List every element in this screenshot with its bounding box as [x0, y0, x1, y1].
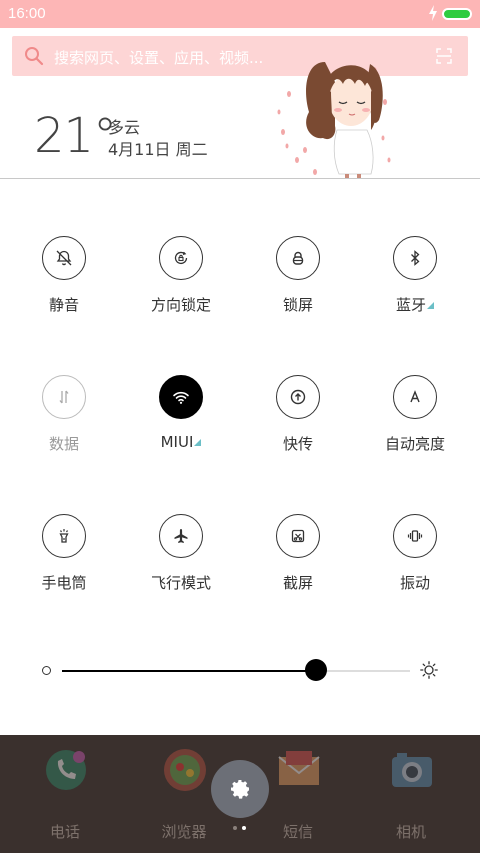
- brightness-slider[interactable]: [62, 659, 410, 681]
- auto-brightness-icon: [410, 390, 420, 403]
- toggle-button[interactable]: [276, 236, 320, 280]
- toggle-label-text: 自动亮度: [384, 435, 445, 453]
- toggle-button[interactable]: [393, 514, 437, 558]
- toggle-label-text: MIUI: [160, 433, 194, 451]
- toggle-wifi[interactable]: MIUI: [126, 375, 236, 475]
- toggle-button[interactable]: [393, 236, 437, 280]
- toggle-screenshot[interactable]: 截屏: [243, 514, 353, 614]
- dock-app-phone[interactable]: 电话: [10, 747, 120, 841]
- camera-icon: [392, 753, 432, 787]
- browser-icon: [164, 749, 206, 791]
- rotation-lock-icon: [174, 251, 188, 265]
- brightness-slider-fill: [62, 670, 316, 672]
- weather-temperature[interactable]: 21°: [34, 108, 117, 164]
- toggle-button[interactable]: [42, 375, 86, 419]
- status-bar: 16:00: [0, 0, 480, 28]
- toggle-button[interactable]: [393, 375, 437, 419]
- toggle-label-text: 锁屏: [282, 296, 313, 314]
- toggle-label: 数据: [9, 433, 119, 454]
- brightness-slider-thumb[interactable]: [305, 659, 327, 681]
- weather-date: 4月11日 周二: [108, 140, 208, 159]
- toggle-bluetooth[interactable]: 蓝牙: [360, 236, 470, 336]
- airplane-icon: [174, 529, 188, 543]
- toggle-label: MIUI: [126, 433, 236, 451]
- flashlight-icon: [59, 529, 69, 543]
- messages-icon: [278, 751, 320, 785]
- battery-icon: [442, 8, 472, 20]
- toggle-button[interactable]: [276, 375, 320, 419]
- toggle-label-text: 振动: [399, 574, 430, 592]
- toggle-vibrate[interactable]: 振动: [360, 514, 470, 614]
- toggle-button[interactable]: [159, 514, 203, 558]
- vibrate-icon: [407, 530, 423, 542]
- toggle-share-upload[interactable]: 快传: [243, 375, 353, 475]
- scan-icon[interactable]: [436, 48, 452, 64]
- settings-button[interactable]: [211, 760, 269, 818]
- toggle-label: 振动: [360, 572, 470, 593]
- toggle-button[interactable]: [159, 236, 203, 280]
- cartoon-girl-illustration: [277, 62, 391, 178]
- toggle-label: 方向锁定: [126, 294, 236, 315]
- dock-app-label: 相机: [395, 823, 426, 841]
- brightness-high-icon: [420, 661, 438, 679]
- dock-app-camera[interactable]: 相机: [356, 747, 466, 841]
- toggle-auto-brightness[interactable]: 自动亮度: [360, 375, 470, 475]
- toggle-label-text: 数据: [48, 435, 79, 453]
- toggle-mobile-data[interactable]: 数据: [9, 375, 119, 475]
- dock-app-label: 浏览器: [161, 823, 207, 841]
- toggle-lock[interactable]: 锁屏: [243, 236, 353, 336]
- toggle-button[interactable]: [42, 514, 86, 558]
- expand-indicator-icon[interactable]: [427, 302, 434, 309]
- toggle-label-text: 静音: [48, 296, 79, 314]
- weather-condition: 多云: [108, 118, 141, 137]
- toggle-button[interactable]: [42, 236, 86, 280]
- expand-indicator-icon[interactable]: [194, 439, 202, 446]
- toggle-label: 手电筒: [9, 572, 119, 593]
- search-placeholder: 搜索网页、设置、应用、视频...: [54, 49, 264, 67]
- search-bar[interactable]: 搜索网页、设置、应用、视频...: [12, 36, 468, 76]
- notification-header: 搜索网页、设置、应用、视频... 21° 多云 4月11日 周二: [0, 28, 480, 179]
- lock-icon: [292, 251, 304, 265]
- toggle-label: 静音: [9, 294, 119, 315]
- share-upload-icon: [290, 389, 306, 405]
- status-time: 16:00: [8, 5, 46, 22]
- page-indicator: [233, 826, 253, 832]
- toggle-label-text: 快传: [282, 435, 313, 453]
- toggle-label: 蓝牙: [360, 294, 470, 315]
- page-dot: [242, 826, 246, 830]
- mobile-data-icon: [59, 390, 69, 404]
- toggle-flashlight[interactable]: 手电筒: [9, 514, 119, 614]
- toggle-label-text: 方向锁定: [150, 296, 211, 314]
- bell-off-icon: [56, 250, 72, 266]
- toggle-label: 飞行模式: [126, 572, 236, 593]
- toggle-label: 自动亮度: [360, 433, 470, 454]
- toggle-rotation-lock[interactable]: 方向锁定: [126, 236, 236, 336]
- brightness-low-icon: [42, 666, 51, 675]
- toggle-bell-off[interactable]: 静音: [9, 236, 119, 336]
- toggle-button[interactable]: [159, 375, 203, 419]
- toggle-label: 快传: [243, 433, 353, 454]
- charging-icon: [429, 5, 437, 21]
- wifi-icon: [173, 391, 189, 404]
- dock-app-label: 电话: [49, 823, 80, 841]
- bluetooth-icon: [411, 250, 420, 266]
- dock-app-label: 短信: [282, 823, 313, 841]
- toggle-button[interactable]: [276, 514, 320, 558]
- page-dot: [233, 826, 237, 830]
- toggle-airplane[interactable]: 飞行模式: [126, 514, 236, 614]
- screenshot-icon: [291, 529, 305, 543]
- toggle-label: 截屏: [243, 572, 353, 593]
- toggle-label-text: 截屏: [282, 574, 313, 592]
- toggle-label: 锁屏: [243, 294, 353, 315]
- toggle-label-text: 飞行模式: [150, 574, 211, 592]
- search-icon: [25, 47, 44, 66]
- toggle-label-text: 蓝牙: [395, 296, 426, 314]
- toggle-label-text: 手电筒: [41, 574, 87, 592]
- gear-icon: [231, 780, 249, 799]
- phone-icon: [46, 750, 86, 790]
